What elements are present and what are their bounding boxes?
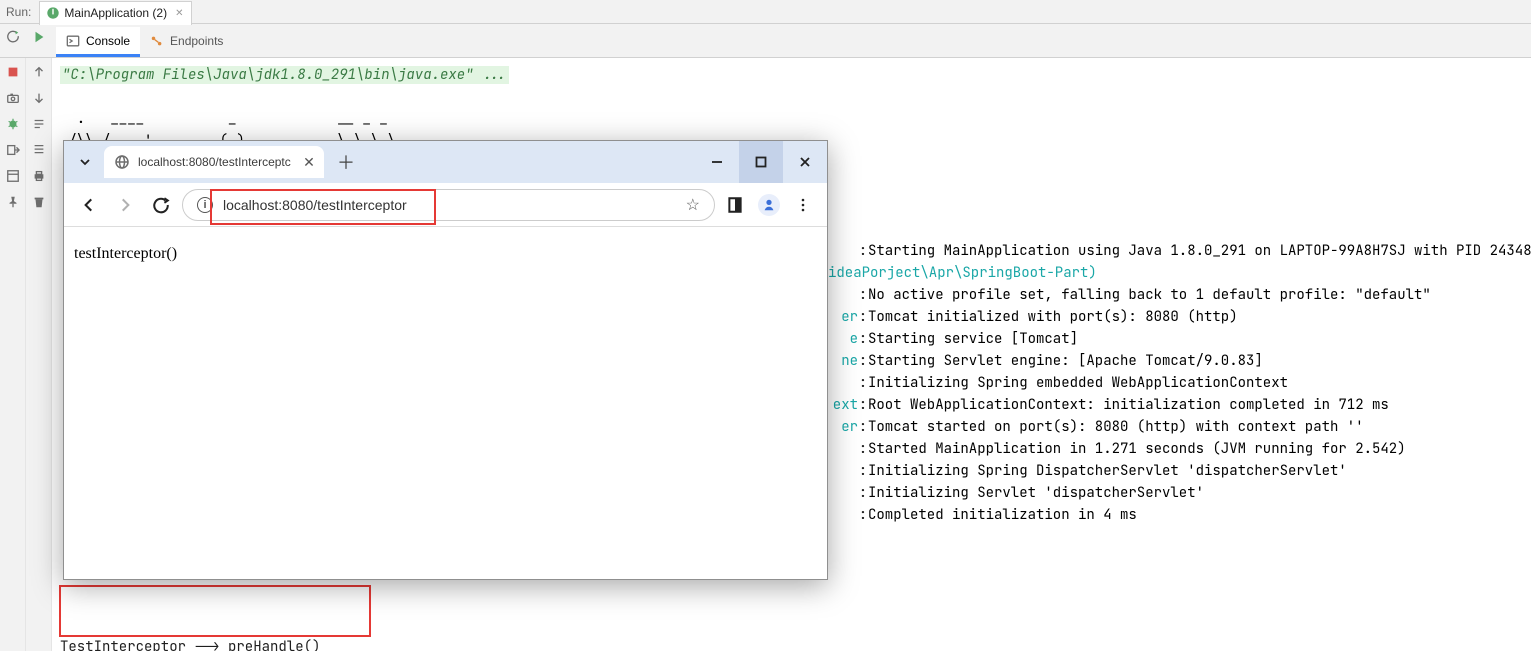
tab-console-label: Console (86, 34, 130, 48)
close-button[interactable] (783, 141, 827, 183)
bug-icon[interactable] (1, 112, 25, 136)
minimize-button[interactable] (695, 141, 739, 183)
profile-icon[interactable] (755, 191, 783, 219)
run-toolbar: Run: MainApplication (2) ✕ (0, 0, 1531, 24)
console-icon (66, 34, 80, 48)
console-tabs: Console Endpoints (52, 24, 233, 57)
tab-endpoints-label: Endpoints (170, 34, 223, 48)
tab-search-dropdown-icon[interactable] (72, 148, 98, 176)
up-arrow-icon[interactable] (27, 60, 51, 84)
reload-button[interactable] (146, 190, 176, 220)
log-line: :No active profile set, falling back to … (828, 284, 1531, 306)
stop-icon[interactable] (1, 60, 25, 84)
globe-icon (114, 154, 130, 170)
soft-wrap-icon[interactable] (27, 112, 51, 136)
extensions-icon[interactable] (721, 191, 749, 219)
url-text: localhost:8080/testInterceptor (223, 197, 407, 213)
menu-icon[interactable] (789, 191, 817, 219)
endpoints-icon (150, 34, 164, 48)
layout-icon[interactable] (1, 164, 25, 188)
log-line: :Completed initialization in 4 ms (828, 504, 1531, 526)
browser-tab[interactable]: localhost:8080/testInterceptc ✕ (104, 146, 324, 178)
camera-icon[interactable] (1, 86, 25, 110)
pin-icon[interactable] (1, 190, 25, 214)
left-actions-col (0, 58, 26, 651)
bookmark-star-icon[interactable]: ☆ (686, 195, 700, 215)
log-line: er:Tomcat initialized with port(s): 8080… (828, 306, 1531, 328)
log-line: :Started MainApplication in 1.271 second… (828, 438, 1531, 460)
run-icon[interactable] (26, 24, 52, 50)
log-line: ideaPorject\Apr\SpringBoot-Part) (828, 262, 1531, 284)
url-bar[interactable]: i localhost:8080/testInterceptor ☆ (182, 189, 715, 221)
console-tab-row: Console Endpoints (0, 24, 1531, 58)
rerun-icon[interactable] (0, 24, 26, 50)
window-buttons (695, 141, 827, 183)
browser-titlebar[interactable]: localhost:8080/testInterceptc ✕ ＋ (64, 141, 827, 183)
trash-icon[interactable] (27, 190, 51, 214)
back-button[interactable] (74, 190, 104, 220)
down-arrow-icon[interactable] (27, 86, 51, 110)
print-icon[interactable] (27, 164, 51, 188)
browser-tab-title: localhost:8080/testInterceptc (138, 155, 291, 169)
tab-close-icon[interactable]: ✕ (302, 155, 316, 169)
tab-endpoints[interactable]: Endpoints (140, 27, 233, 57)
exec-line: "C:\Program Files\Java\jdk1.8.0_291\bin\… (60, 66, 509, 84)
maximize-button[interactable] (739, 141, 783, 183)
site-info-icon[interactable]: i (197, 197, 213, 213)
log-line: :Initializing Servlet 'dispatcherServlet… (828, 482, 1531, 504)
tab-console[interactable]: Console (56, 27, 140, 57)
close-icon[interactable]: ✕ (175, 8, 183, 19)
console-line-1: TestInterceptor --> preHandle() (60, 638, 320, 651)
run-config-tab[interactable]: MainApplication (2) ✕ (39, 1, 192, 25)
browser-window: localhost:8080/testInterceptc ✕ ＋ i loca… (63, 140, 828, 580)
log-line: ext:Root WebApplicationContext: initiali… (828, 394, 1531, 416)
spring-log-lines: :Starting MainApplication using Java 1.8… (828, 240, 1531, 526)
log-line: er:Tomcat started on port(s): 8080 (http… (828, 416, 1531, 438)
scroll-end-icon[interactable] (27, 138, 51, 162)
forward-button[interactable] (110, 190, 140, 220)
log-line: :Initializing Spring DispatcherServlet '… (828, 460, 1531, 482)
browser-page-content: testInterceptor() (64, 227, 827, 579)
log-line: e:Starting service [Tomcat] (828, 328, 1531, 350)
left-actions-col-2 (26, 58, 52, 651)
new-tab-button[interactable]: ＋ (332, 148, 360, 176)
log-line: ne:Starting Servlet engine: [Apache Tomc… (828, 350, 1531, 372)
exit-icon[interactable] (1, 138, 25, 162)
run-label: Run: (6, 5, 31, 19)
spring-boot-icon (46, 6, 60, 20)
browser-toolbar: i localhost:8080/testInterceptor ☆ (64, 183, 827, 227)
page-body-text: testInterceptor() (74, 245, 177, 262)
log-line: :Initializing Spring embedded WebApplica… (828, 372, 1531, 394)
run-config-name: MainApplication (2) (64, 6, 167, 20)
log-line: :Starting MainApplication using Java 1.8… (828, 240, 1531, 262)
